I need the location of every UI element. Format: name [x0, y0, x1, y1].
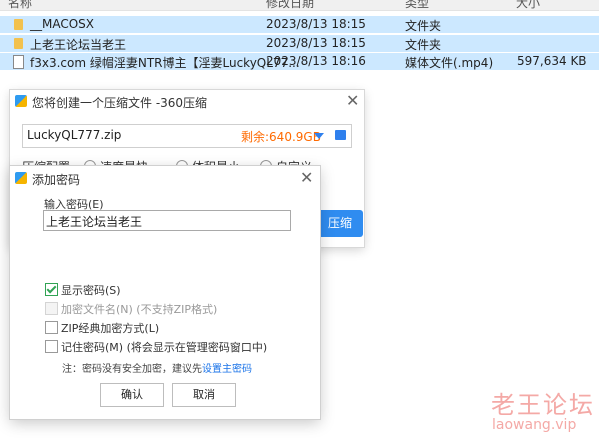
show-password-label[interactable]: 显示密码(S) — [61, 282, 121, 298]
file-name: 上老王论坛当老王 — [30, 38, 127, 52]
file-type: 文件夹 — [405, 38, 442, 52]
file-type: 媒体文件(.mp4) — [405, 56, 494, 70]
password-value: 上老王论坛当老王 — [46, 215, 143, 229]
show-password-checkbox[interactable] — [45, 283, 58, 296]
compress-dialog-title: 您将创建一个压缩文件 -360压缩 — [32, 96, 208, 110]
file-date: 2023/8/13 18:15 — [266, 36, 366, 50]
password-input[interactable]: 上老王论坛当老王 — [43, 210, 291, 231]
column-name-header[interactable]: 名称 — [8, 0, 32, 10]
zip-classic-checkbox[interactable] — [45, 321, 58, 334]
browse-folder-icon[interactable] — [335, 130, 346, 140]
file-date: 2023/8/13 18:15 — [266, 17, 366, 31]
folder-icon — [14, 19, 23, 30]
file-size: 597,634 KB — [517, 54, 587, 68]
file-type: 文件夹 — [405, 19, 442, 33]
watermark-title: 老王论坛 — [491, 391, 595, 419]
video-file-icon — [13, 55, 24, 69]
dropdown-arrow-icon[interactable] — [314, 133, 324, 139]
folder-icon — [14, 38, 23, 49]
remember-password-checkbox[interactable] — [45, 340, 58, 353]
file-name: f3x3.com 绿帽淫妻NTR博主【淫妻LuckyQL77... — [30, 56, 300, 70]
add-password-dialog: 添加密码 ✕ 输入密码(E) 上老王论坛当老王 显示密码(S) 加密文件名(N)… — [10, 166, 320, 419]
column-size-header[interactable]: 大小 — [516, 0, 540, 10]
360-zip-icon — [15, 95, 27, 107]
close-icon[interactable]: ✕ — [346, 93, 359, 109]
ok-button[interactable]: 确认 — [100, 383, 164, 407]
file-row[interactable]: __MACOSX 2023/8/13 18:15 文件夹 — [0, 16, 599, 33]
free-space-label: 剩余:640.9GB — [241, 130, 321, 144]
file-date: 2023/8/13 18:16 — [266, 54, 366, 68]
360-zip-icon — [15, 172, 27, 184]
encrypt-filenames-checkbox — [45, 302, 58, 315]
remember-password-label[interactable]: 记住密码(M) (将会显示在管理密码窗口中) — [61, 339, 267, 355]
cancel-button[interactable]: 取消 — [172, 383, 236, 407]
close-icon[interactable]: ✕ — [300, 170, 313, 186]
security-note-text: 注：密码没有安全加密，建议先 — [62, 364, 202, 375]
file-row[interactable]: f3x3.com 绿帽淫妻NTR博主【淫妻LuckyQL77... 2023/8… — [0, 53, 599, 70]
file-row[interactable]: 上老王论坛当老王 2023/8/13 18:15 文件夹 — [0, 35, 599, 52]
archive-name: LuckyQL777.zip — [27, 128, 122, 142]
encrypt-filenames-label: 加密文件名(N) (不支持ZIP格式) — [61, 303, 218, 316]
zip-classic-label[interactable]: ZIP经典加密方式(L) — [61, 320, 159, 336]
archive-path-field[interactable]: LuckyQL777.zip 剩余:640.9GB — [22, 124, 352, 148]
security-note: 注：密码没有安全加密，建议先设置主密码 — [62, 360, 252, 375]
file-name: __MACOSX — [30, 17, 95, 31]
password-dialog-title: 添加密码 — [32, 173, 81, 187]
start-compress-button[interactable]: 压缩 — [317, 210, 363, 237]
file-list-header: 名称 修改日期 类型 大小 — [0, 0, 599, 11]
column-date-header[interactable]: 修改日期 — [266, 0, 314, 10]
watermark-url: laowang.vip — [492, 417, 577, 433]
column-type-header[interactable]: 类型 — [405, 0, 429, 10]
set-master-password-link[interactable]: 设置主密码 — [202, 364, 252, 375]
